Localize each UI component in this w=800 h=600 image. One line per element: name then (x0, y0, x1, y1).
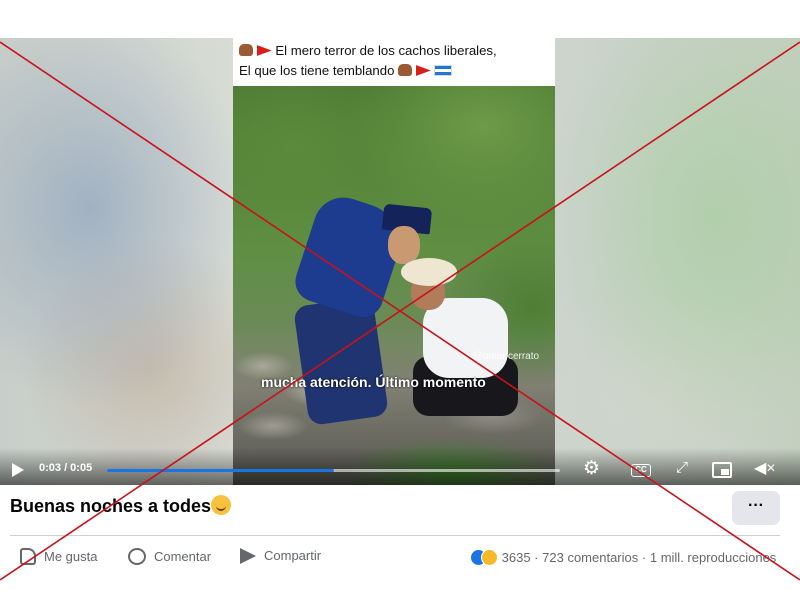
reaction-count[interactable]: 3635 (502, 550, 531, 565)
pip-icon[interactable] (712, 462, 732, 478)
like-button[interactable]: Me gusta (20, 548, 97, 565)
video-player[interactable]: El mero terror de los cachos liberales, … (0, 38, 800, 485)
share-button[interactable]: Compartir (240, 548, 321, 564)
haha-reaction-icon (481, 549, 498, 566)
fist-emoji-icon (239, 44, 253, 56)
comment-icon (128, 548, 146, 565)
video-controls: 0:03 / 0:05 ⚙ CC ⤢ ◀× (0, 448, 800, 485)
man-hat (401, 258, 457, 286)
video-subtitle: mucha atención. Último momento (261, 374, 486, 390)
video-frame[interactable]: El mero terror de los cachos liberales, … (233, 38, 555, 485)
fist-emoji-icon (398, 64, 413, 76)
smile-emoji-icon (211, 495, 232, 515)
man-figure (423, 298, 508, 378)
red-flag-icon (415, 65, 431, 76)
view-count: 1 mill. reproducciones (649, 550, 777, 565)
tiktok-watermark: ♪ @omar.cerrato (465, 351, 540, 362)
expand-icon[interactable]: ⤢ (676, 460, 688, 476)
cc-icon[interactable]: CC (631, 464, 651, 477)
comment-count[interactable]: 723 comentarios (542, 550, 638, 565)
video-caption: El mero terror de los cachos liberales, … (233, 38, 555, 86)
thumbs-up-icon (20, 548, 36, 565)
caption-line-1: El mero terror de los cachos liberales, (239, 41, 549, 61)
honduras-flag-icon (434, 65, 453, 76)
share-icon (240, 548, 256, 564)
red-flag-icon (256, 45, 272, 56)
gear-icon[interactable]: ⚙ (583, 459, 600, 478)
more-options-button[interactable]: ··· (732, 491, 780, 525)
post-title: Buenas noches a todes (10, 495, 232, 517)
progress-bar[interactable] (107, 469, 560, 472)
caption-line-2: El que los tiene temblando (239, 61, 549, 81)
progress-fill (107, 469, 334, 472)
post-stats: 3635 · 723 comentarios · 1 mill. reprodu… (470, 549, 776, 566)
officer-head (388, 226, 420, 264)
video-scene (233, 86, 555, 485)
officer-figure (293, 296, 389, 426)
play-icon[interactable] (12, 463, 24, 477)
video-time: 0:03 / 0:05 (39, 462, 93, 474)
divider (10, 535, 780, 536)
mute-icon[interactable]: ◀× (754, 460, 776, 477)
comment-button[interactable]: Comentar (128, 548, 211, 565)
